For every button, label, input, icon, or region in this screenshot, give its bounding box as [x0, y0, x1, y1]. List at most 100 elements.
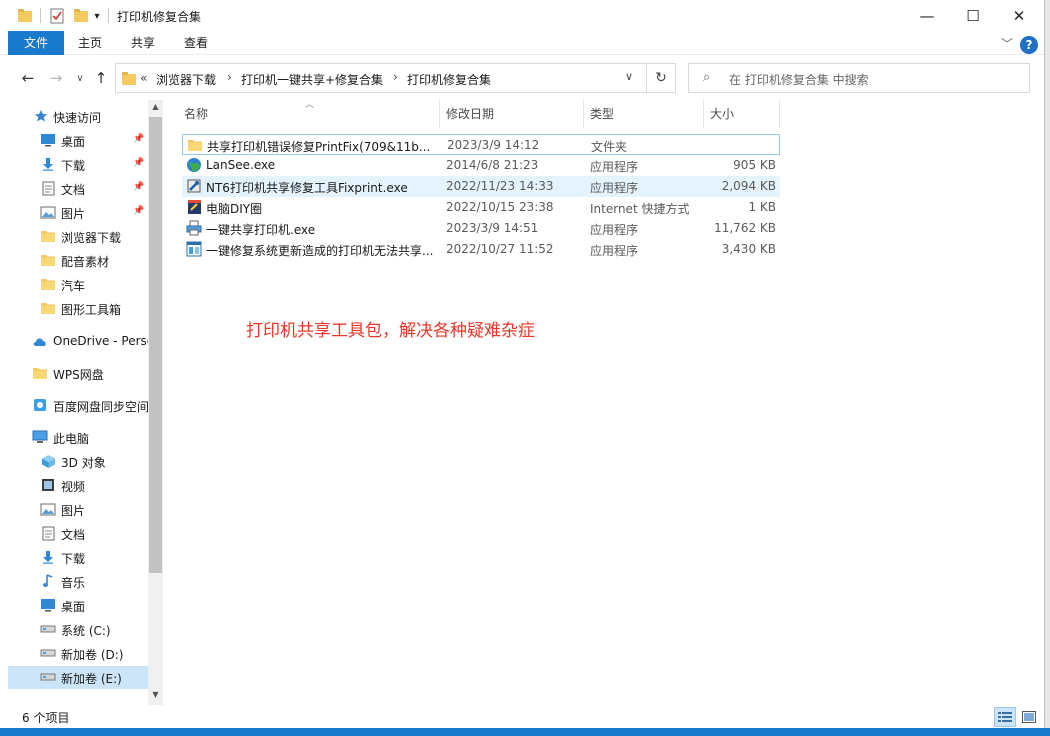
- sidebar-item[interactable]: 视频: [0, 474, 148, 497]
- tab-home[interactable]: 主页: [70, 31, 110, 55]
- tool-icon: [186, 178, 202, 194]
- sidebar-item[interactable]: 新加卷 (D:): [0, 642, 148, 665]
- sidebar-item-label: 文档: [61, 183, 86, 197]
- column-header-size[interactable]: 大小: [704, 100, 780, 128]
- sidebar-item[interactable]: 新加卷 (E:): [8, 666, 148, 689]
- file-row[interactable]: 一键修复系统更新造成的打印机无法共享... 2022/10/27 11:52 应用程…: [182, 239, 780, 260]
- large-icons-view-icon[interactable]: [1018, 707, 1040, 727]
- file-date: 2022/11/23 14:33: [446, 179, 554, 193]
- sidebar-item[interactable]: 音乐: [0, 570, 148, 593]
- file-size: 11,762 KB: [714, 221, 776, 235]
- sidebar-item[interactable]: 文档 📌: [0, 177, 148, 200]
- folder-icon: [40, 301, 56, 315]
- expand-ribbon-icon[interactable]: ﹀: [1001, 35, 1013, 52]
- sidebar-item[interactable]: 快速访问: [0, 105, 148, 128]
- refresh-icon[interactable]: ↻: [646, 63, 676, 93]
- sidebar-item-label: WPS网盘: [53, 368, 104, 382]
- close-button[interactable]: ✕: [996, 0, 1042, 31]
- sidebar-item-label: 快速访问: [53, 111, 102, 125]
- window-title: 打印机修复合集: [117, 10, 202, 24]
- address-bar[interactable]: « 浏览器下载 › 打印机一键共享+修复合集 › 打印机修复合集 ∨: [115, 63, 647, 93]
- scroll-down-arrow-icon[interactable]: ▼: [149, 690, 162, 699]
- sidebar-item[interactable]: 汽车: [0, 273, 148, 296]
- breadcrumb-item[interactable]: 打印机一键共享+修复合集: [241, 71, 383, 88]
- back-arrow-icon[interactable]: ←: [18, 68, 38, 88]
- properties-icon[interactable]: [48, 6, 66, 26]
- sidebar-item[interactable]: 图片: [0, 498, 148, 521]
- sidebar-item[interactable]: 浏览器下载: [0, 225, 148, 248]
- column-header-type[interactable]: 类型: [584, 100, 704, 128]
- file-date: 2022/10/15 23:38: [446, 200, 554, 214]
- sidebar-item[interactable]: 3D 对象: [0, 450, 148, 473]
- sidebar-item-label: 此电脑: [53, 432, 90, 446]
- sidebar-item-label: 下载: [61, 159, 86, 173]
- folder-icon: [32, 366, 48, 380]
- tab-view[interactable]: 查看: [176, 31, 216, 55]
- sidebar-item-label: 3D 对象: [61, 456, 106, 470]
- sidebar-item[interactable]: 文档: [0, 522, 148, 545]
- help-button[interactable]: ?: [1020, 36, 1038, 54]
- file-row[interactable]: 电脑DIY圈 2022/10/15 23:38 Internet 快捷方式 1 KB: [182, 197, 780, 218]
- tab-share[interactable]: 共享: [123, 31, 163, 55]
- file-name: LanSee.exe: [206, 158, 276, 172]
- breadcrumb-separator[interactable]: ›: [227, 70, 232, 84]
- sidebar-item[interactable]: 此电脑: [0, 426, 148, 449]
- sidebar-item-label: 系统 (C:): [61, 624, 111, 638]
- ribbon-tabs: 文件 主页 共享 查看 ﹀ ?: [0, 31, 1044, 55]
- folder-icon[interactable]: [16, 6, 34, 26]
- sidebar-item-label: 图片: [61, 207, 86, 221]
- chevron-down-icon[interactable]: ∨: [625, 70, 633, 83]
- search-input[interactable]: ⌕ 在 打印机修复合集 中搜索: [688, 63, 1030, 93]
- file-row[interactable]: LanSee.exe 2014/6/8 21:23 应用程序 905 KB: [182, 155, 780, 176]
- divider: [108, 8, 109, 23]
- up-arrow-icon[interactable]: ↑: [91, 68, 111, 88]
- file-type: 应用程序: [590, 244, 639, 258]
- sidebar-item-label: OneDrive - Perso: [53, 334, 148, 348]
- sidebar-item[interactable]: OneDrive - Perso: [0, 330, 148, 353]
- file-type: 应用程序: [590, 223, 639, 237]
- sidebar-item[interactable]: 图片 📌: [0, 201, 148, 224]
- breadcrumb-overflow[interactable]: «: [140, 71, 147, 85]
- breadcrumb-separator[interactable]: ›: [393, 70, 398, 84]
- file-name: 共享打印机错误修复PrintFix(709&11b...: [207, 140, 431, 154]
- status-bar: 6 个项目: [0, 705, 1044, 728]
- file-type: 应用程序: [590, 160, 639, 174]
- sidebar-item[interactable]: 配音素材: [0, 249, 148, 272]
- customize-quick-access-icon[interactable]: ▾: [91, 6, 103, 26]
- file-row[interactable]: NT6打印机共享修复工具Fixprint.exe 2022/11/23 14:33…: [182, 176, 780, 197]
- details-view-icon[interactable]: [994, 707, 1016, 727]
- sidebar-item[interactable]: WPS网盘: [0, 362, 148, 385]
- column-header-name[interactable]: 名称: [178, 100, 440, 128]
- sidebar-item-label: 桌面: [61, 600, 86, 614]
- sidebar-item[interactable]: 桌面: [0, 594, 148, 617]
- scroll-up-arrow-icon[interactable]: ▲: [149, 102, 162, 111]
- file-row[interactable]: 一键共享打印机.exe 2023/3/9 14:51 应用程序 11,762 KB: [182, 218, 780, 239]
- sync-icon: [32, 398, 48, 412]
- sidebar-item[interactable]: 下载 📌: [0, 153, 148, 176]
- file-row[interactable]: 共享打印机错误修复PrintFix(709&11b... 2023/3/9 14:…: [182, 134, 780, 155]
- file-type: 应用程序: [590, 181, 639, 195]
- sidebar-item[interactable]: 下载: [0, 546, 148, 569]
- minimize-button[interactable]: —: [904, 0, 950, 31]
- sidebar-item[interactable]: 系统 (C:): [0, 618, 148, 641]
- forward-arrow-icon[interactable]: →: [46, 68, 66, 88]
- tab-file[interactable]: 文件: [8, 31, 64, 55]
- sidebar-item[interactable]: 百度网盘同步空间: [0, 394, 148, 417]
- scrollbar-thumb[interactable]: [149, 117, 162, 573]
- breadcrumb-item[interactable]: 浏览器下载: [156, 71, 216, 88]
- recent-locations-icon[interactable]: ∨: [70, 68, 90, 88]
- cube-icon: [40, 454, 56, 468]
- sidebar-item[interactable]: 桌面 📌: [0, 129, 148, 152]
- breadcrumb-item[interactable]: 打印机修复合集: [407, 71, 491, 88]
- sidebar-item[interactable]: 图形工具箱: [0, 297, 148, 320]
- taskbar-edge: [0, 728, 1050, 736]
- sidebar-item-label: 图片: [61, 504, 86, 518]
- document-icon: [40, 526, 56, 540]
- new-folder-icon[interactable]: [72, 6, 90, 26]
- column-header-date[interactable]: 修改日期: [440, 100, 584, 128]
- app-icon: [186, 241, 202, 257]
- globe-icon: [186, 157, 202, 173]
- maximize-button[interactable]: ☐: [950, 0, 996, 31]
- navigation-bar: ← → ∨ ↑ « 浏览器下载 › 打印机一键共享+修复合集 › 打印机修复合集…: [0, 56, 1044, 100]
- download-icon: [40, 550, 56, 564]
